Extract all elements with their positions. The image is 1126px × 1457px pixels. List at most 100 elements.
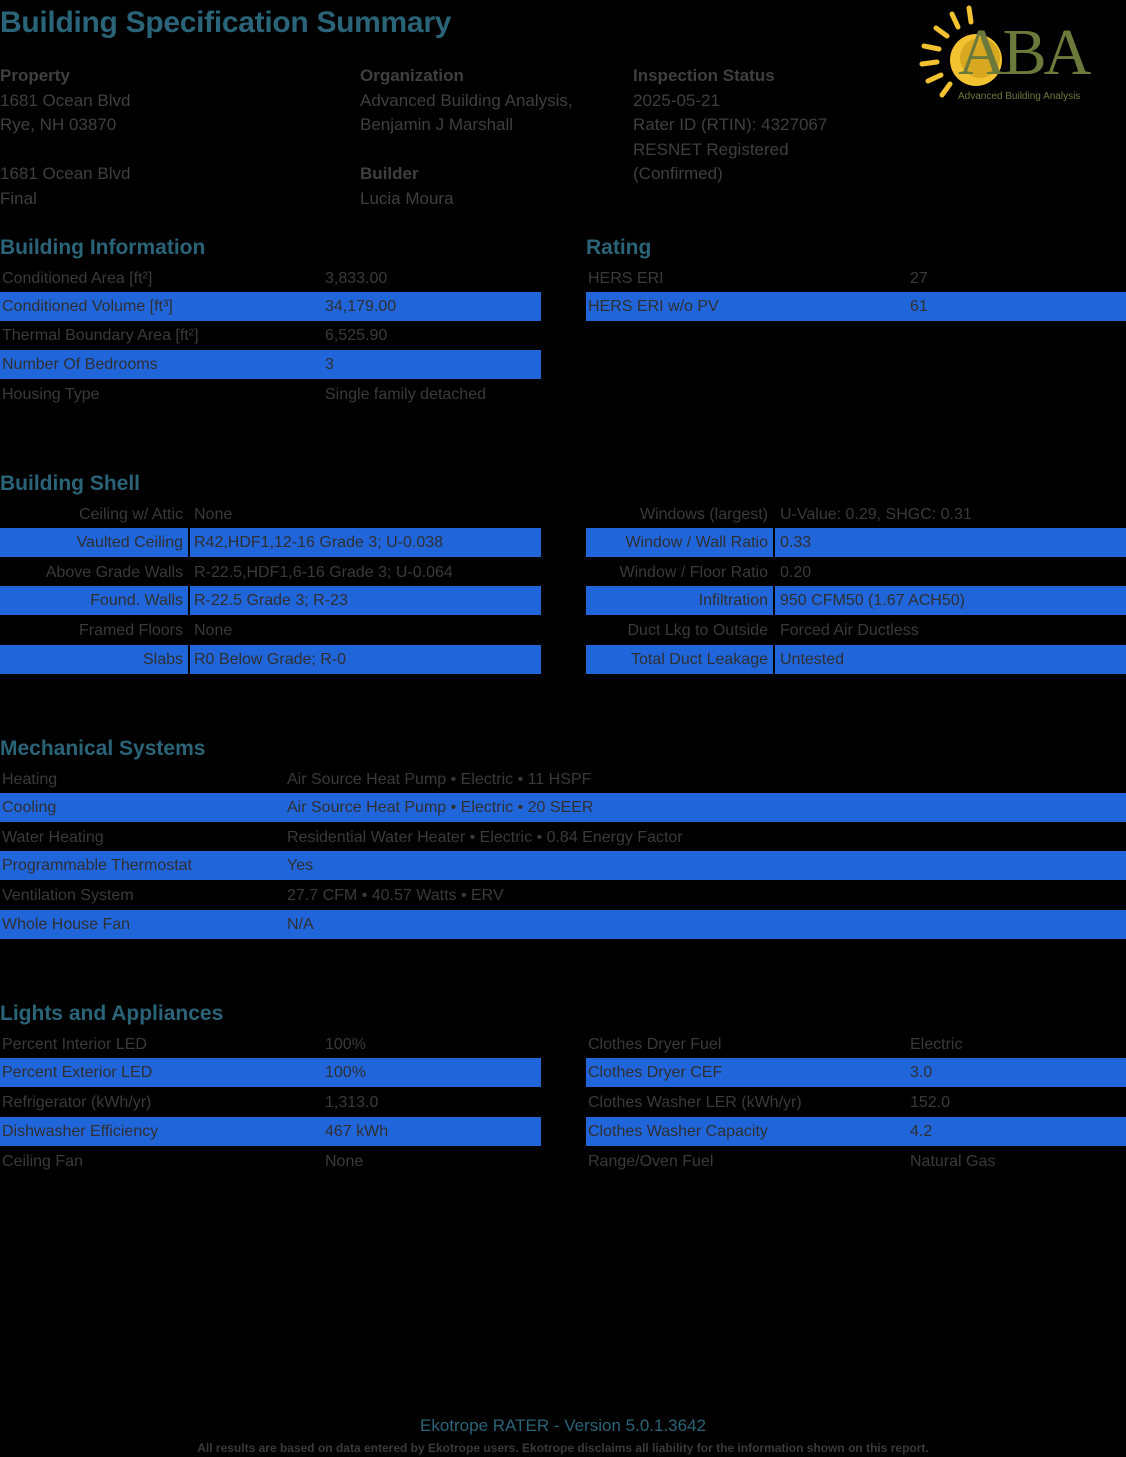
shell-row: Slabs R0 Below Grade; R-0 [0,645,541,674]
building-info-row: Conditioned Volume [ft³] 34,179.00 [0,292,541,321]
shell-row: Ceiling w/ Attic None [0,500,541,529]
row-label: Range/Oven Fuel [588,1153,714,1170]
mechanical-row: Ventilation System 27.7 CFM • 40.57 Watt… [0,881,1126,910]
row-label: Refrigerator (kWh/yr) [2,1094,152,1111]
shell-row: Windows (largest) U-Value: 0.29, SHGC: 0… [586,500,1126,529]
row-value: 950 CFM50 (1.67 ACH50) [780,592,965,609]
property-block: Property 1681 Ocean Blvd Rye, NH 03870 1… [0,64,130,212]
row-value: U-Value: 0.29, SHGC: 0.31 [780,506,972,523]
lights-row: Range/Oven Fuel Natural Gas [586,1147,1126,1176]
aba-logo: ABA Advanced Building Analysis [914,0,1094,110]
row-value: R-22.5 Grade 3; R-23 [194,592,348,609]
row-label: Above Grade Walls [45,564,183,581]
shell-row: Vaulted Ceiling R42,HDF1,12-16 Grade 3; … [0,528,541,557]
inspection-line: Rater ID (RTIN): 4327067 [633,115,828,135]
row-label: Heating [2,771,58,788]
mechanical-row: Programmable Thermostat Yes [0,851,1126,880]
row-label: Clothes Dryer Fuel [588,1036,722,1053]
mechanical-row: Water Heating Residential Water Heater •… [0,823,1126,852]
version-text: Ekotrope RATER - Version 5.0.1.3642 [419,1416,706,1435]
lights-row: Clothes Washer Capacity 4.2 [586,1117,1126,1146]
lights-row: Ceiling Fan None [0,1147,541,1176]
building-info-row: Conditioned Area [ft²] 3,833.00 [0,264,541,293]
building-info-row: Number Of Bedrooms 3 [0,350,541,379]
shell-row: Window / Wall Ratio 0.33 [586,528,1126,557]
disclaimer-text: All results are based on data entered by… [197,1441,929,1455]
row-label: Conditioned Area [ft²] [2,270,153,287]
row-label: Ventilation System [2,887,134,904]
inspection-label: Inspection Status [633,66,775,85]
row-label: Housing Type [2,386,100,403]
row-value: 0.33 [780,534,812,551]
row-label: Clothes Dryer CEF [588,1064,723,1081]
lights-row: Clothes Washer LER (kWh/yr) 152.0 [586,1088,1126,1117]
row-label: Ceiling Fan [2,1153,83,1170]
organization-label: Organization [360,66,464,85]
lights-row: Percent Exterior LED 100% [0,1058,541,1087]
row-value: Electric [910,1036,963,1053]
builder-name: Lucia Moura [360,188,454,208]
row-value: Forced Air Ductless [780,622,919,639]
row-label: Number Of Bedrooms [2,356,158,373]
row-value: Yes [287,857,314,874]
row-value: 100% [325,1036,366,1053]
row-value: Single family detached [325,386,486,403]
row-label: Window / Floor Ratio [619,564,769,581]
row-value: None [194,506,233,523]
row-label: Clothes Washer Capacity [588,1123,768,1140]
building-info-row: Housing Type Single family detached [0,380,541,409]
row-label: Whole House Fan [2,916,131,933]
divider [188,586,190,615]
mechanical-row: Whole House Fan N/A [0,910,1126,939]
row-label: Vaulted Ceiling [76,534,183,551]
row-label: Found. Walls [90,592,183,609]
inspection-line: RESNET Registered [633,139,789,159]
property-line: 1681 Ocean Blvd [0,164,131,184]
shell-row: Infiltration 950 CFM50 (1.67 ACH50) [586,586,1126,615]
lights-row: Percent Interior LED 100% [0,1030,541,1059]
building-info-row: Thermal Boundary Area [ft²] 6,525.90 [0,321,541,350]
row-label: Percent Interior LED [2,1036,147,1053]
logo-subtext: Advanced Building Analysis [958,91,1081,102]
row-value: None [194,622,233,639]
row-label: HERS ERI [588,270,664,287]
row-value: 467 kWh [325,1123,389,1140]
row-value: 100% [325,1064,366,1081]
row-value: 27.7 CFM • 40.57 Watts • ERV [287,887,504,904]
property-line: Rye, NH 03870 [0,115,117,135]
property-line: Final [0,188,37,208]
row-label: Duct Lkg to Outside [627,622,768,639]
divider [188,528,190,557]
row-label: Ceiling w/ Attic [78,506,183,523]
organization-block: Organization Advanced Building Analysis,… [360,64,573,212]
row-value: R42,HDF1,12-16 Grade 3; U-0.038 [194,534,444,551]
organization-line: Advanced Building Analysis, [360,90,573,110]
rating-row: HERS ERI w/o PV 61 [586,292,1126,321]
lights-row: Refrigerator (kWh/yr) 1,313.0 [0,1088,541,1117]
row-label: Conditioned Volume [ft³] [2,298,173,315]
row-value: 3,833.00 [325,270,388,287]
divider [773,528,775,557]
lights-row: Dishwasher Efficiency 467 kWh [0,1117,541,1146]
builder-label: Builder [360,164,419,184]
row-label: Total Duct Leakage [631,651,768,668]
mechanical-row: Heating Air Source Heat Pump • Electric … [0,765,1126,794]
row-value: R-22.5,HDF1,6-16 Grade 3; U-0.064 [194,564,453,581]
inspection-block: Inspection Status 2025-05-21 Rater ID (R… [633,64,827,187]
row-label: Slabs [142,651,183,668]
mechanical-systems-title: Mechanical Systems [0,737,206,760]
row-value: 3.0 [910,1064,933,1081]
divider [188,645,190,674]
row-label: Dishwasher Efficiency [2,1123,159,1140]
building-information-title: Building Information [0,236,206,259]
lights-row: Clothes Dryer CEF 3.0 [586,1058,1126,1087]
row-label: Cooling [2,799,57,816]
property-line [0,138,130,163]
logo-text: ABA [958,16,1091,89]
page-title: Building Specification Summary [0,6,452,39]
row-label: Percent Exterior LED [2,1064,153,1081]
row-value: R0 Below Grade; R-0 [194,651,347,668]
lights-appliances-title: Lights and Appliances [0,1002,224,1025]
property-label: Property [0,66,70,85]
